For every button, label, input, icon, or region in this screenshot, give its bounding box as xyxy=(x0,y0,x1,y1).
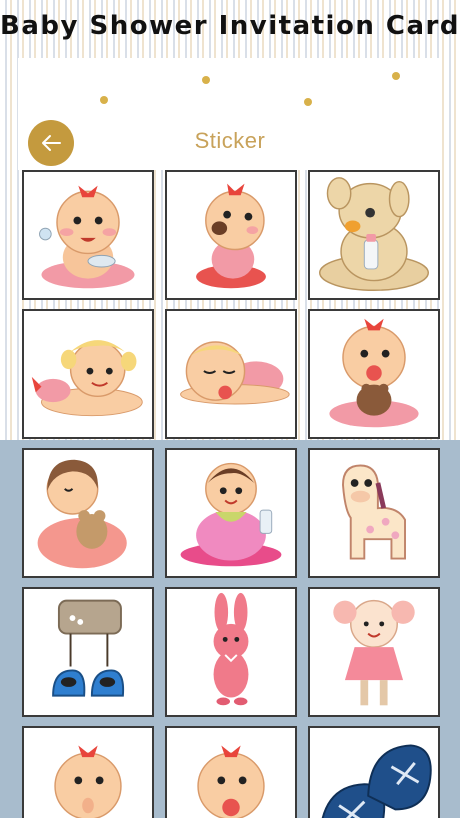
baby-girl-crawling-sticker xyxy=(31,340,143,417)
girl-hugging-teddy-sticker xyxy=(37,459,127,569)
baby-thumb-sticker xyxy=(54,745,122,818)
sticker-tile[interactable] xyxy=(165,726,297,818)
baby-pacifier-teddy-sticker xyxy=(329,318,419,428)
app-title-bar: Baby Shower Invitation Card xyxy=(0,0,460,52)
baby-pacifier-sticker xyxy=(197,745,265,818)
baby-sleeping-pacifier-sticker xyxy=(180,341,290,405)
sticker-tile[interactable] xyxy=(308,170,440,300)
pink-bunny-sticker xyxy=(213,592,249,706)
rag-doll-sticker xyxy=(333,599,415,706)
baby-shoes-sign-sticker xyxy=(52,599,125,697)
sticker-tile[interactable] xyxy=(308,448,440,578)
sticker-tile[interactable] xyxy=(22,587,154,717)
sticker-tile[interactable] xyxy=(165,309,297,439)
baby-bib-bottle-sticker xyxy=(180,462,282,567)
sticker-grid xyxy=(22,170,440,818)
sticker-tile[interactable] xyxy=(308,587,440,717)
decor-dot xyxy=(392,72,400,80)
page-title: Sticker xyxy=(194,128,266,153)
blue-baby-shoes-sticker xyxy=(321,744,432,818)
sticker-tile[interactable] xyxy=(22,309,154,439)
baby-girl-bowl-sticker xyxy=(39,185,135,289)
sticker-tile[interactable] xyxy=(165,587,297,717)
sticker-tile[interactable] xyxy=(308,309,440,439)
decor-dot xyxy=(304,98,312,106)
sticker-tile[interactable] xyxy=(22,448,154,578)
baby-girl-eating-sticker xyxy=(196,183,266,289)
sticker-tile[interactable] xyxy=(308,726,440,818)
app-title: Baby Shower Invitation Card xyxy=(0,11,460,41)
sticker-tile[interactable] xyxy=(165,170,297,300)
decor-dot xyxy=(100,96,108,104)
sticker-tile[interactable] xyxy=(22,170,154,300)
decor-dot xyxy=(202,76,210,84)
toy-giraffe-sticker xyxy=(342,464,406,560)
teddy-bear-bottle-sticker xyxy=(318,177,430,291)
sticker-tile[interactable] xyxy=(165,448,297,578)
sticker-tile[interactable] xyxy=(22,726,154,818)
